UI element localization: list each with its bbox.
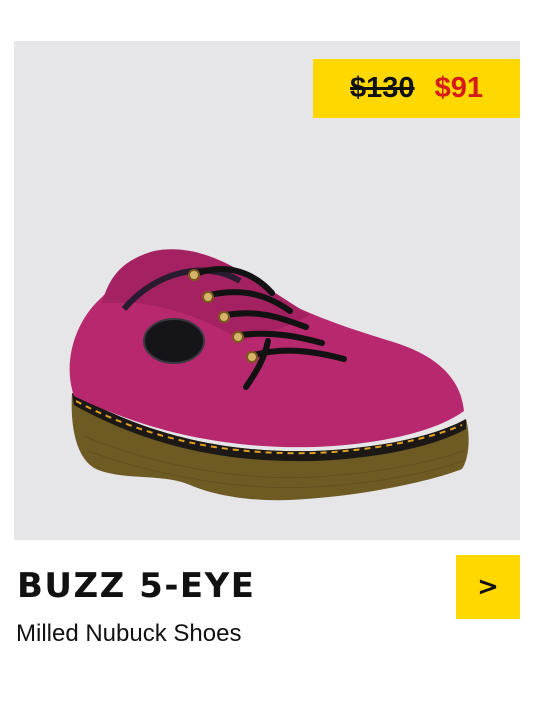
product-image[interactable]: $130 $91 [14, 41, 520, 540]
product-title[interactable]: BUZZ 5-EYE [17, 566, 256, 606]
product-subtitle: Milled Nubuck Shoes [16, 620, 242, 647]
original-price: $130 [350, 72, 415, 104]
product-card[interactable]: $130 $91 BUZZ 5-EYE Milled Nubuck Shoes … [0, 0, 560, 704]
chevron-right-icon: > [477, 572, 499, 602]
brand-tab [143, 318, 205, 364]
sale-price: $91 [434, 72, 483, 104]
price-badge: $130 $91 [313, 59, 520, 118]
next-button[interactable]: > [456, 555, 520, 619]
